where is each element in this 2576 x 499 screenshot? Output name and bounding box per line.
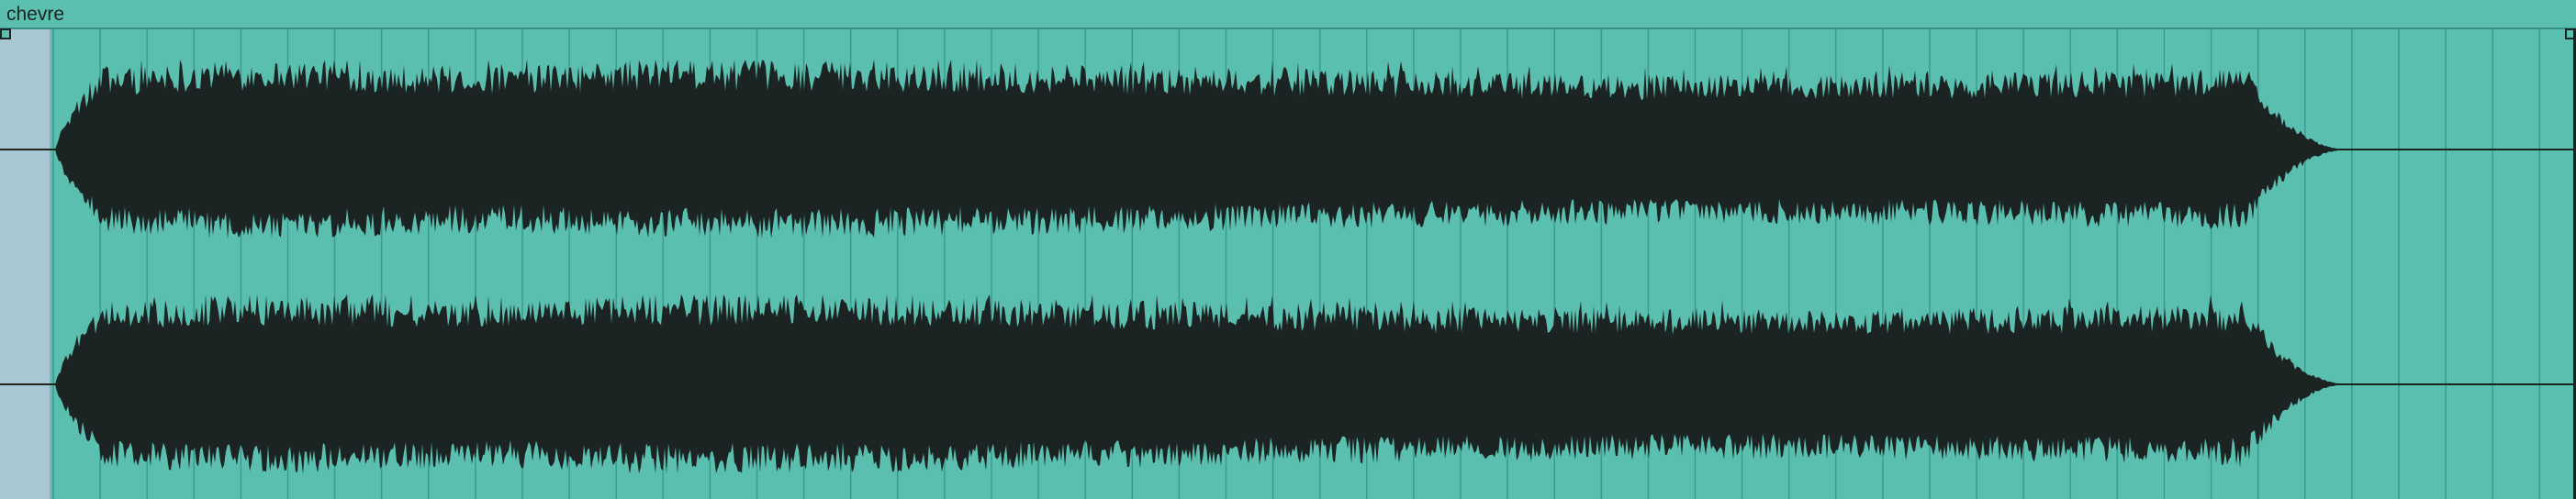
channel-left-waveform <box>0 60 2576 239</box>
clip-title-bar[interactable]: chevre <box>0 0 2576 29</box>
waveform <box>0 60 2576 474</box>
clip-name: chevre <box>6 4 65 25</box>
clip-start-handle[interactable] <box>0 28 11 39</box>
channel-right-waveform <box>0 294 2576 474</box>
audio-clip[interactable]: chevre <box>0 0 2576 499</box>
